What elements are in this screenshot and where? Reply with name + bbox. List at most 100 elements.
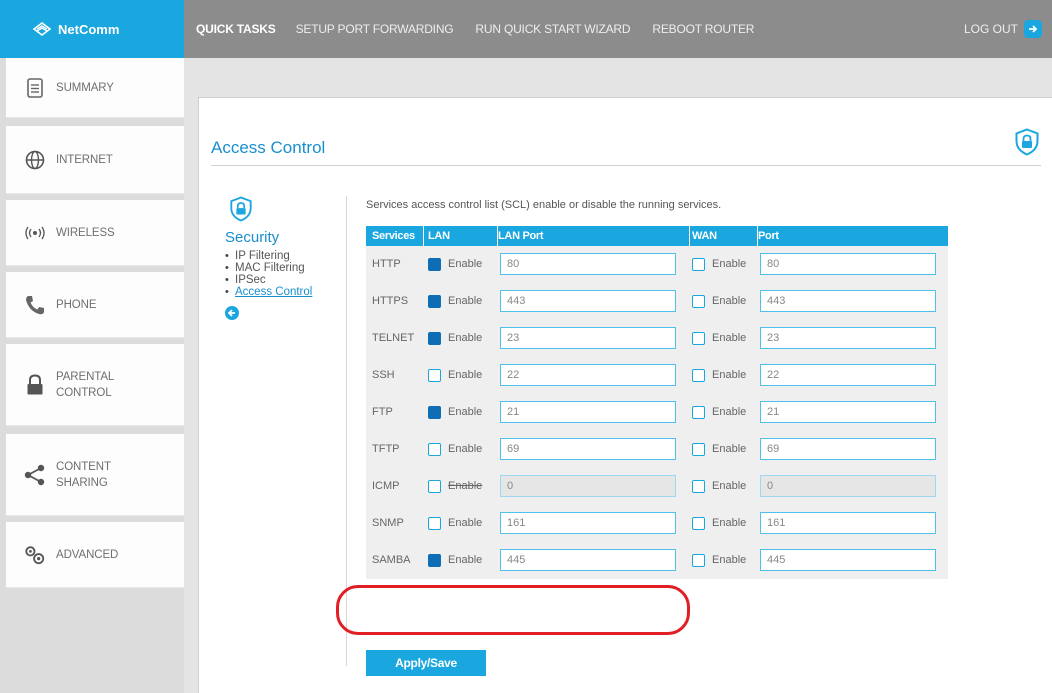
phone-icon <box>24 294 46 316</box>
wan-enable-label: Enable <box>712 369 747 381</box>
sidebar-item-label: INTERNET <box>56 153 113 166</box>
lan-enable-label: Enable <box>448 443 483 455</box>
wan-port-cell: 21 <box>758 393 948 431</box>
service-name: TFTP <box>366 430 424 468</box>
subnav-item-ip-filtering[interactable]: IP Filtering <box>225 250 335 262</box>
back-arrow-icon[interactable] <box>225 306 239 320</box>
lan-enable-checkbox[interactable] <box>428 368 441 382</box>
header-lan: LAN <box>424 226 498 246</box>
lan-enable-checkbox[interactable] <box>428 479 441 493</box>
wan-enable-checkbox[interactable] <box>692 479 705 493</box>
security-shield-icon <box>230 196 252 222</box>
apply-save-button[interactable]: Apply/Save <box>366 650 486 676</box>
lan-enable-checkbox[interactable] <box>428 442 441 456</box>
service-name: FTP <box>366 393 424 431</box>
lan-enable-checkbox[interactable] <box>428 405 441 419</box>
wan-enable-label: Enable <box>712 443 747 455</box>
wan-port-input[interactable]: 69 <box>760 438 936 460</box>
globe-icon <box>24 149 46 171</box>
logout-icon <box>1024 20 1042 38</box>
access-control-table: Services LAN LAN Port WAN Port HTTP Enabl… <box>366 226 948 579</box>
service-name: SNMP <box>366 504 424 542</box>
wan-port-input[interactable]: 23 <box>760 327 936 349</box>
wan-port-input[interactable]: 443 <box>760 290 936 312</box>
sidebar-item-wireless[interactable]: WIRELESS <box>6 200 184 266</box>
sidebar-item-internet[interactable]: INTERNET <box>6 126 184 194</box>
table-row: SSH Enable 22 Enable 22 <box>366 356 948 394</box>
subnav-item-mac-filtering[interactable]: MAC Filtering <box>225 262 335 274</box>
sidebar-item-label: WIRELESS <box>56 226 115 239</box>
lan-port-input[interactable]: 161 <box>500 512 676 534</box>
nav-run-quick-start-wizard[interactable]: RUN QUICK START WIZARD <box>475 22 630 36</box>
nav-setup-port-forwarding[interactable]: SETUP PORT FORWARDING <box>296 22 454 36</box>
lan-enable-checkbox[interactable] <box>428 553 441 567</box>
logout-button[interactable]: LOG OUT <box>964 0 1042 58</box>
lan-port-cell: 69 <box>498 430 690 468</box>
lan-port-input[interactable]: 23 <box>500 327 676 349</box>
lan-port-input[interactable]: 445 <box>500 549 676 571</box>
lan-cell: Enable <box>424 393 498 431</box>
wan-port-input[interactable]: 161 <box>760 512 936 534</box>
lan-cell: Enable <box>424 541 498 579</box>
wan-enable-label: Enable <box>712 554 747 566</box>
wan-port-input[interactable]: 445 <box>760 549 936 571</box>
nav-reboot-router[interactable]: REBOOT ROUTER <box>652 22 754 36</box>
wan-port-input[interactable]: 80 <box>760 253 936 275</box>
wireless-icon <box>24 222 46 244</box>
wan-cell: Enable <box>690 393 758 431</box>
header-lan-port: LAN Port <box>498 226 690 246</box>
table-row: TFTP Enable 69 Enable 69 <box>366 430 948 468</box>
sidebar-item-summary[interactable]: SUMMARY <box>6 58 184 118</box>
table-row: HTTPS Enable 443 Enable 443 <box>366 282 948 320</box>
wan-enable-checkbox[interactable] <box>692 442 705 456</box>
top-bar: NetComm QUICK TASKS SETUP PORT FORWARDIN… <box>0 0 1052 58</box>
lan-port-input[interactable]: 0 <box>500 475 676 497</box>
wan-port-input[interactable]: 21 <box>760 401 936 423</box>
lan-enable-label: Enable <box>448 369 483 381</box>
lan-enable-checkbox[interactable] <box>428 331 441 345</box>
wan-enable-label: Enable <box>712 480 747 492</box>
wan-enable-checkbox[interactable] <box>692 257 705 271</box>
subnav-item-ipsec[interactable]: IPSec <box>225 274 335 286</box>
lan-enable-checkbox[interactable] <box>428 294 441 308</box>
wan-enable-checkbox[interactable] <box>692 368 705 382</box>
netcomm-logo[interactable]: NetComm <box>0 0 184 58</box>
wan-port-input[interactable]: 0 <box>760 475 936 497</box>
lan-port-cell: 445 <box>498 541 690 579</box>
subnav-item-access-control[interactable]: Access Control <box>225 286 335 298</box>
lan-port-input[interactable]: 21 <box>500 401 676 423</box>
table-row: TELNET Enable 23 Enable 23 <box>366 319 948 357</box>
wan-enable-checkbox[interactable] <box>692 294 705 308</box>
wan-port-cell: 22 <box>758 356 948 394</box>
lan-port-input[interactable]: 80 <box>500 253 676 275</box>
wan-cell: Enable <box>690 245 758 283</box>
wan-enable-checkbox[interactable] <box>692 553 705 567</box>
lan-cell: Enable <box>424 356 498 394</box>
wan-enable-checkbox[interactable] <box>692 405 705 419</box>
lan-cell: Enable <box>424 467 498 505</box>
page-title: Access Control <box>211 138 326 157</box>
security-subnav: Security IP Filtering MAC Filtering IPSe… <box>225 196 335 320</box>
wan-port-input[interactable]: 22 <box>760 364 936 386</box>
sidebar-item-phone[interactable]: PHONE <box>6 272 184 338</box>
sidebar-item-parental-control[interactable]: PARENTAL CONTROL <box>6 344 184 426</box>
lan-enable-checkbox[interactable] <box>428 516 441 530</box>
lock-icon <box>24 373 46 396</box>
lan-port-input[interactable]: 443 <box>500 290 676 312</box>
wan-port-cell: 0 <box>758 467 948 505</box>
share-icon <box>24 464 46 486</box>
nav-quick-tasks[interactable]: QUICK TASKS <box>196 22 276 36</box>
wan-port-cell: 23 <box>758 319 948 357</box>
top-nav: QUICK TASKS SETUP PORT FORWARDING RUN QU… <box>196 0 776 58</box>
wan-port-cell: 161 <box>758 504 948 542</box>
lan-enable-checkbox[interactable] <box>428 257 441 271</box>
wan-enable-checkbox[interactable] <box>692 331 705 345</box>
lan-port-input[interactable]: 22 <box>500 364 676 386</box>
sidebar-item-advanced[interactable]: ADVANCED <box>6 522 184 588</box>
table-body: HTTP Enable 80 Enable 80 HTTPS Enable 443 Enable… <box>366 245 948 579</box>
sidebar-item-content-sharing[interactable]: CONTENT SHARING <box>6 434 184 516</box>
lan-port-input[interactable]: 69 <box>500 438 676 460</box>
wan-port-cell: 80 <box>758 245 948 283</box>
lan-enable-label: Enable <box>448 295 483 307</box>
wan-enable-checkbox[interactable] <box>692 516 705 530</box>
